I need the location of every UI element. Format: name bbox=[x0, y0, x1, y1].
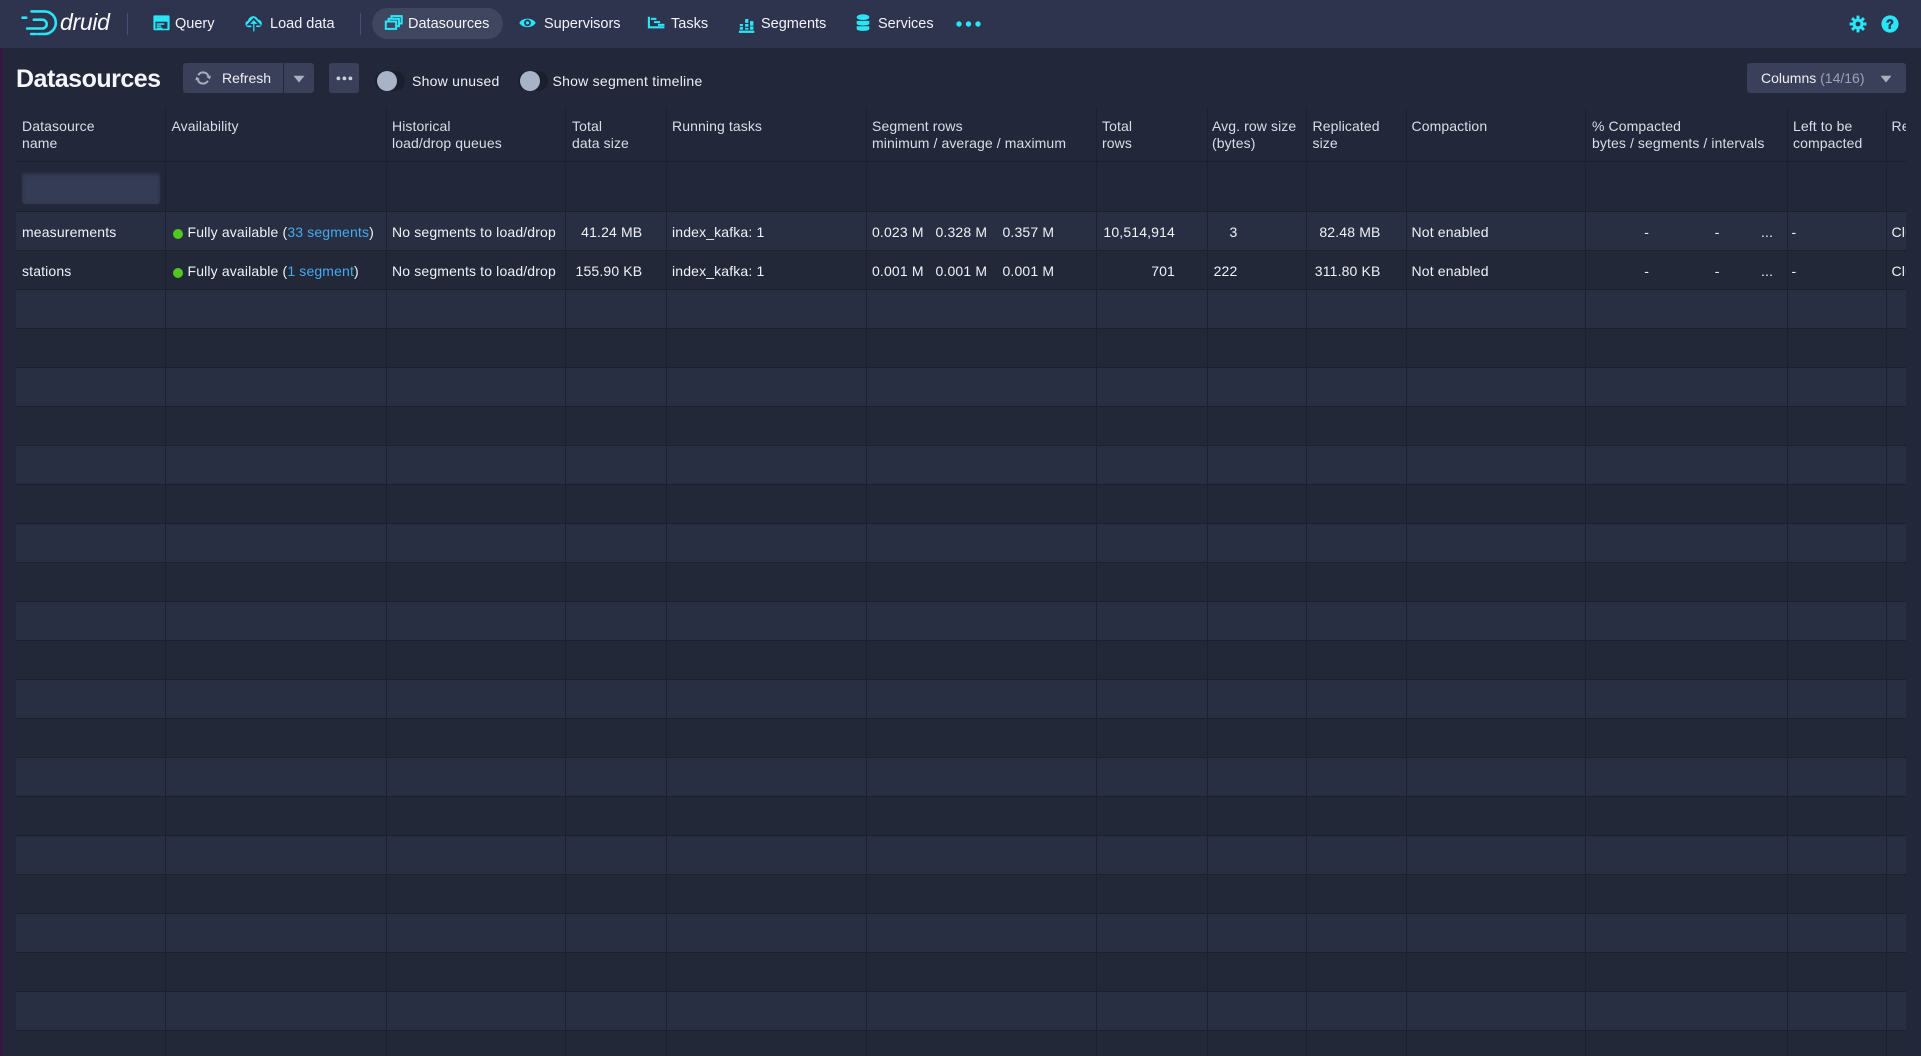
svg-text:?: ? bbox=[1886, 17, 1894, 31]
